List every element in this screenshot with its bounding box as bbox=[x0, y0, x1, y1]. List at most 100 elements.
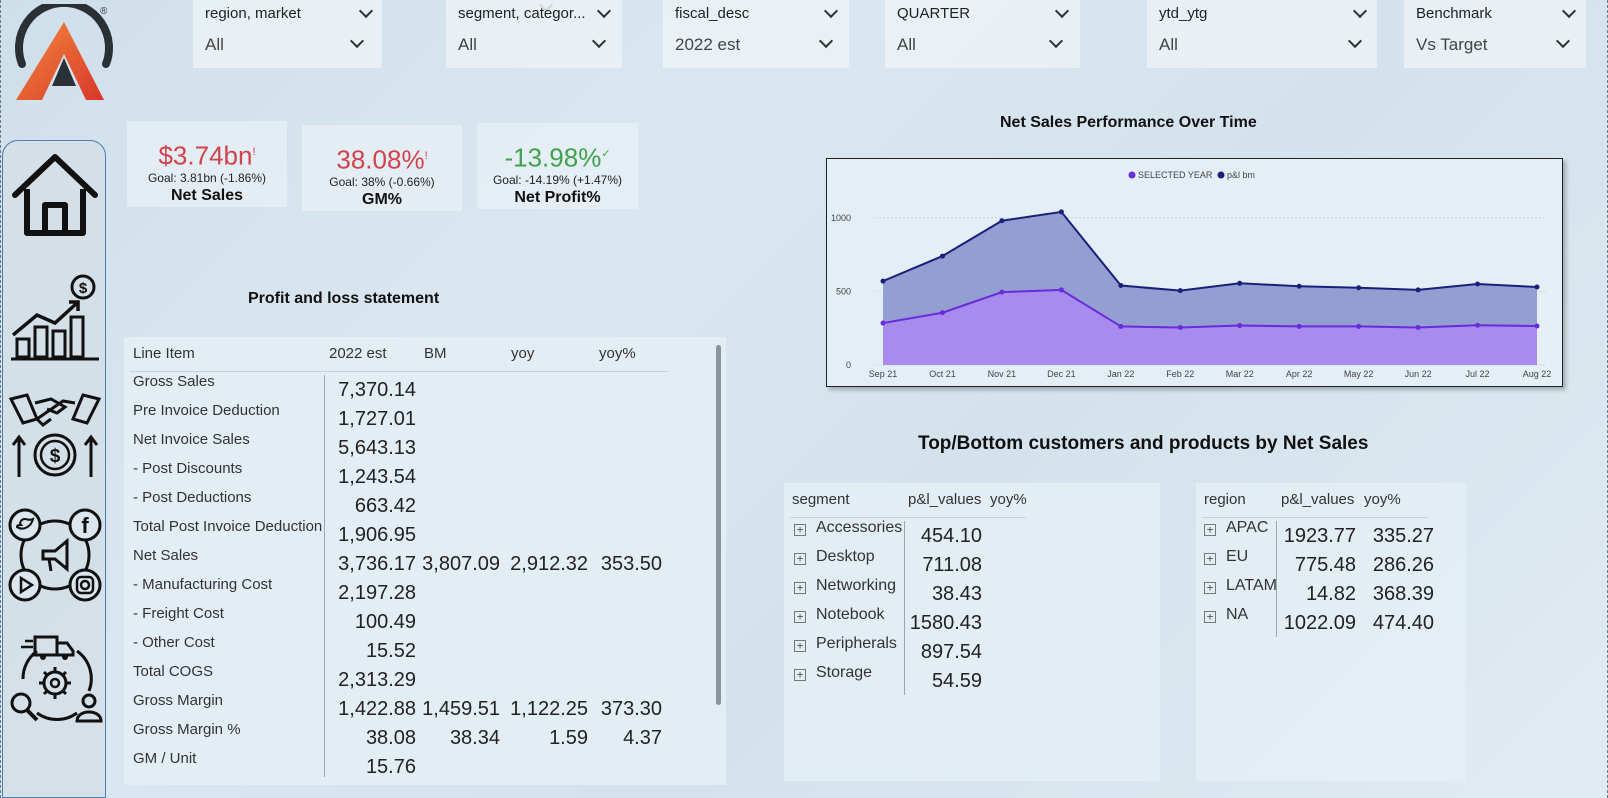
column-header[interactable]: p&l_values bbox=[908, 491, 981, 508]
table-row[interactable]: Total COGS 2,313.29 bbox=[124, 663, 684, 692]
column-header[interactable]: yoy% bbox=[1364, 491, 1401, 508]
column-header[interactable]: region bbox=[1204, 491, 1246, 508]
kpi-value: 38.08%! bbox=[336, 144, 428, 175]
y-tick-label: 500 bbox=[836, 286, 851, 296]
table-row[interactable]: Net Sales 3,736.17 3,807.09 2,912.32 353.50 bbox=[124, 547, 684, 576]
x-tick-label: Dec 21 bbox=[1047, 369, 1076, 379]
column-header[interactable]: p&l_values bbox=[1281, 491, 1354, 508]
chevron-down-icon[interactable] bbox=[1561, 3, 1577, 19]
expand-plus-icon[interactable]: + bbox=[794, 611, 806, 623]
slicer-title: QUARTER bbox=[897, 5, 971, 22]
expand-plus-icon[interactable]: + bbox=[794, 553, 806, 565]
expand-plus-icon[interactable]: + bbox=[794, 669, 806, 681]
slicer-ytd-ytg[interactable]: ytd_ytg All bbox=[1147, 0, 1377, 68]
table-row[interactable]: Net Invoice Sales 5,643.13 bbox=[124, 431, 684, 460]
row-label: Notebook bbox=[816, 606, 885, 623]
x-tick-label: Jul 22 bbox=[1466, 369, 1490, 379]
data-point bbox=[1118, 323, 1124, 329]
cell-value: 15.76 bbox=[365, 756, 416, 778]
table-row[interactable]: GM / Unit 15.76 bbox=[124, 750, 684, 779]
supply-chain-icon bbox=[10, 635, 103, 723]
row-label: - Other Cost bbox=[133, 634, 215, 651]
table-row[interactable]: + Networking 38.43 bbox=[784, 577, 1044, 606]
nav-sales-button[interactable]: $ bbox=[7, 389, 103, 485]
cell-value: 1,727.01 bbox=[338, 408, 416, 430]
chevron-down-icon[interactable] bbox=[358, 3, 374, 19]
row-label: Accessories bbox=[816, 519, 903, 536]
data-point bbox=[1296, 323, 1302, 329]
row-label: LATAM bbox=[1226, 577, 1277, 594]
cell-value: 663.42 bbox=[354, 495, 416, 517]
expand-plus-icon[interactable]: + bbox=[1204, 582, 1216, 594]
cell-value: 5,643.13 bbox=[338, 437, 416, 459]
table-row[interactable]: - Other Cost 15.52 bbox=[124, 634, 684, 663]
table-row[interactable]: + EU 775.48 286.26 bbox=[1196, 548, 1446, 577]
table-row[interactable]: - Freight Cost 100.49 bbox=[124, 605, 684, 634]
vertical-scrollbar[interactable] bbox=[716, 345, 721, 705]
slicer-region-market[interactable]: region, market All bbox=[193, 0, 554, 68]
slicer-value: All bbox=[458, 35, 477, 54]
table-row[interactable]: - Manufacturing Cost 2,197.28 bbox=[124, 576, 684, 605]
expand-plus-icon[interactable]: + bbox=[1204, 524, 1216, 536]
cell-value: 711.08 bbox=[922, 554, 982, 576]
kpi-net-profit-card[interactable]: -13.98%✓ Goal: -14.19% (+1.47%) Net Prof… bbox=[477, 123, 638, 209]
data-point bbox=[939, 253, 945, 259]
y-tick-label: 0 bbox=[846, 360, 851, 370]
data-point bbox=[1415, 287, 1421, 293]
slicer-quarter[interactable]: QUARTER All bbox=[885, 0, 1080, 68]
nav-supply-chain-button[interactable] bbox=[7, 629, 103, 725]
chevron-down-icon[interactable] bbox=[1352, 3, 1368, 19]
chevron-down-icon[interactable] bbox=[823, 3, 839, 19]
table-row[interactable]: Gross Margin 1,422.88 1,459.51 1,122.25 373.… bbox=[124, 692, 684, 721]
table-row[interactable]: + Peripherals 897.54 bbox=[784, 635, 1044, 664]
expand-plus-icon[interactable]: + bbox=[794, 582, 806, 594]
cell-value: 4.37 bbox=[623, 727, 662, 749]
table-row[interactable]: Gross Margin % 38.08 38.34 1.59 4.37 bbox=[124, 721, 684, 750]
cell-value: 2,313.29 bbox=[338, 669, 416, 691]
data-point bbox=[880, 320, 886, 326]
kpi-label: Net Sales bbox=[170, 186, 244, 204]
table-row[interactable]: + Accessories 454.10 bbox=[784, 519, 1044, 548]
slicer-fiscal-desc[interactable]: fiscal_desc 2022 est bbox=[663, 0, 849, 68]
kpi-net-sales-card[interactable]: $3.74bn! Goal: 3.81bn (-1.86%) Net Sales bbox=[127, 121, 287, 207]
table-row[interactable]: + Desktop 711.08 bbox=[784, 548, 1044, 577]
table-row[interactable]: - Post Deductions 663.42 bbox=[124, 489, 684, 518]
nav-finance-button[interactable]: $ bbox=[7, 269, 103, 365]
table-row[interactable]: + Storage 54.59 bbox=[784, 664, 1044, 693]
row-label: - Manufacturing Cost bbox=[133, 576, 273, 593]
warning-icon: ! bbox=[424, 150, 428, 162]
table-row[interactable]: Gross Sales 7,370.14 bbox=[124, 373, 684, 402]
x-tick-label: Feb 22 bbox=[1166, 369, 1194, 379]
pl-title: Profit and loss statement bbox=[248, 290, 440, 307]
nav-marketing-button[interactable]: f bbox=[7, 507, 103, 603]
column-header[interactable]: yoy% bbox=[990, 491, 1027, 508]
cell-value: 897.54 bbox=[920, 641, 982, 663]
column-header[interactable]: yoy% bbox=[599, 345, 636, 362]
chevron-down-icon[interactable] bbox=[1054, 3, 1070, 19]
column-header[interactable]: yoy bbox=[511, 345, 534, 362]
column-header[interactable]: BM bbox=[424, 345, 447, 362]
column-header[interactable]: 2022 est bbox=[329, 345, 387, 362]
expand-plus-icon[interactable]: + bbox=[794, 640, 806, 652]
row-label: - Post Discounts bbox=[133, 460, 243, 477]
slicer-benchmark[interactable]: Benchmark Vs Target bbox=[1404, 0, 1586, 68]
expand-plus-icon[interactable]: + bbox=[1204, 611, 1216, 623]
slicer-value: 2022 est bbox=[675, 35, 741, 54]
nav-home-button[interactable] bbox=[7, 145, 103, 241]
expand-plus-icon[interactable]: + bbox=[794, 524, 806, 536]
column-header[interactable]: segment bbox=[792, 491, 850, 508]
table-row[interactable]: Total Post Invoice Deduction 1,906.95 bbox=[124, 518, 684, 547]
table-row[interactable]: + LATAM 14.82 368.39 bbox=[1196, 577, 1446, 606]
table-row[interactable]: + Notebook 1580.43 bbox=[784, 606, 1044, 635]
expand-plus-icon[interactable]: + bbox=[1204, 553, 1216, 565]
slicer-segment-category[interactable]: segment, categor... All bbox=[446, 0, 622, 68]
table-row[interactable]: + APAC 1923.77 335.27 bbox=[1196, 519, 1446, 548]
kpi-gm-percent-card[interactable]: 38.08%! Goal: 38% (-0.66%) GM% bbox=[302, 125, 462, 211]
table-row[interactable]: Pre Invoice Deduction 1,727.01 bbox=[124, 402, 684, 431]
table-row[interactable]: + NA 1022.09 474.40 bbox=[1196, 606, 1446, 635]
table-row[interactable]: - Post Discounts 1,243.54 bbox=[124, 460, 684, 489]
net-sales-chart[interactable]: 0 500 1000 Sep 21 Oct 21 Nov 21 Dec 21 Jan 22 Fe… bbox=[826, 158, 1563, 387]
cell-value: 1,122.25 bbox=[510, 698, 588, 720]
data-point bbox=[1058, 209, 1064, 215]
column-header[interactable]: Line Item bbox=[133, 345, 195, 362]
